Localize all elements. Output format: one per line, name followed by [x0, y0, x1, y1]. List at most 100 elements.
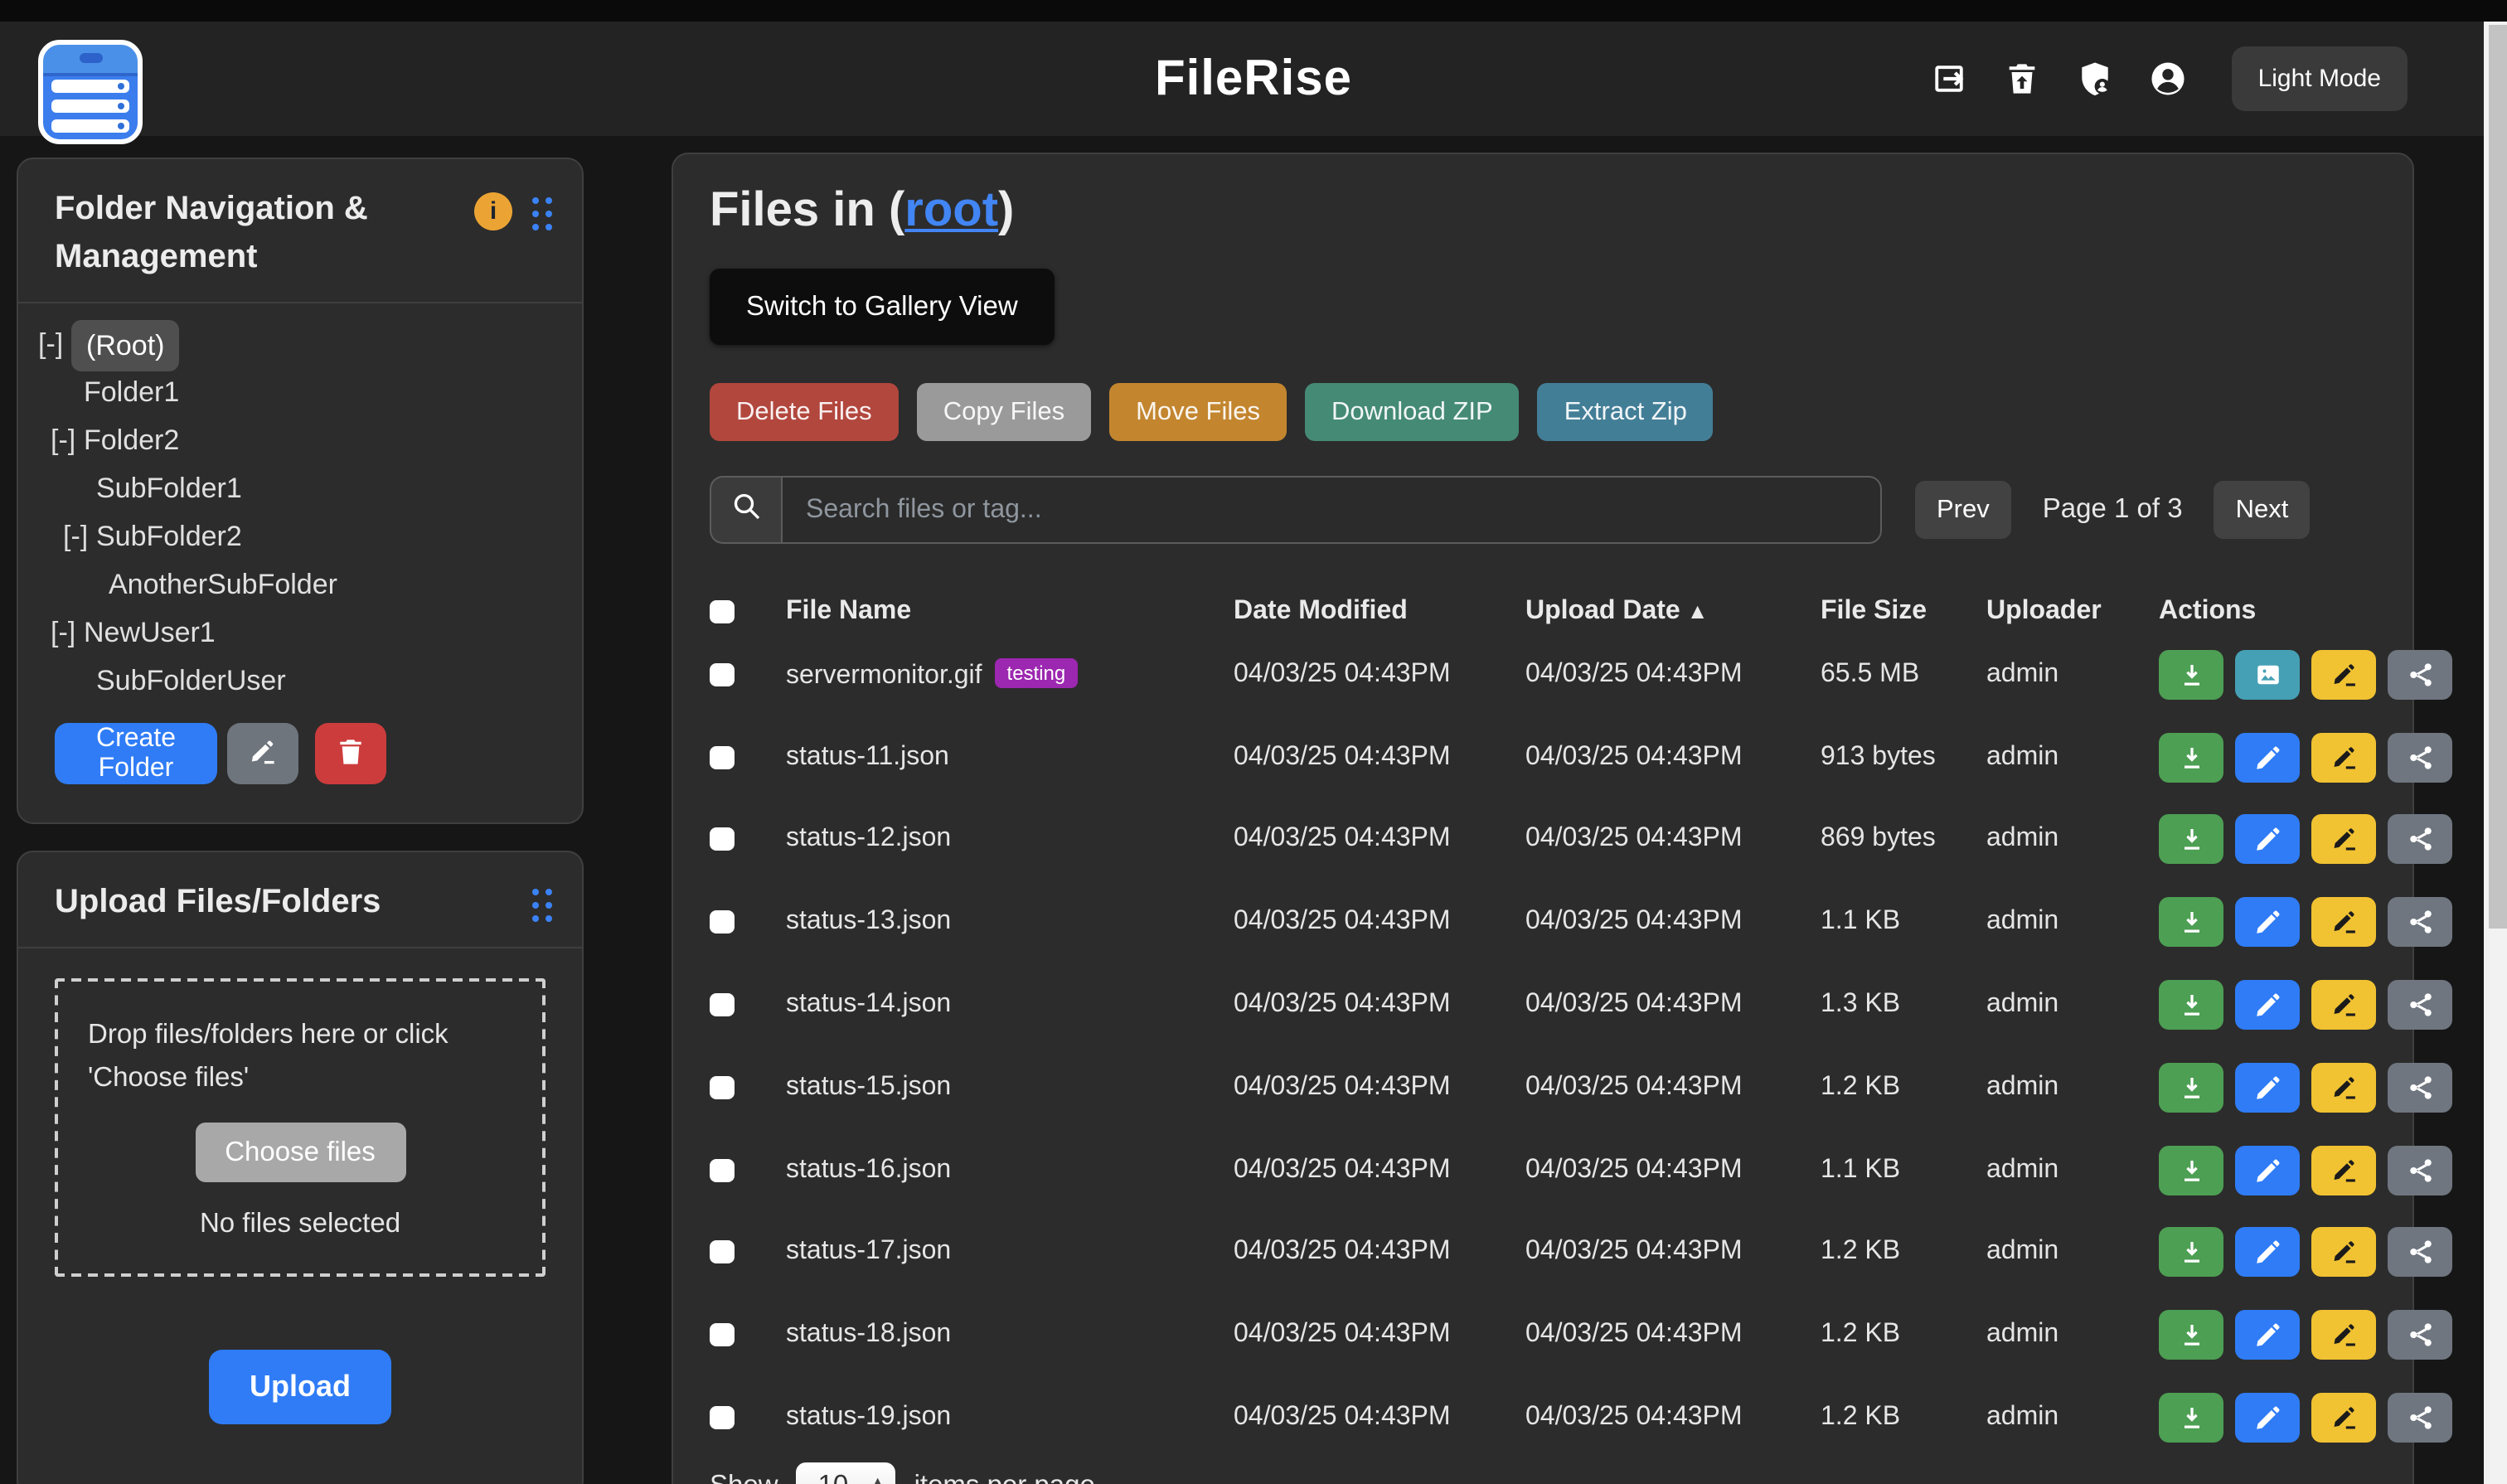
edit-button[interactable]: [2235, 1145, 2300, 1195]
tree-item-subfolderuser[interactable]: SubFolderUser: [18, 657, 582, 705]
table-row[interactable]: status-17.json04/03/25 04:43PM04/03/25 0…: [710, 1211, 2376, 1294]
choose-files-button[interactable]: Choose files: [195, 1123, 405, 1182]
edit-button[interactable]: [2235, 898, 2300, 948]
download-button[interactable]: [2159, 1063, 2223, 1113]
prev-page-button[interactable]: Prev: [1915, 481, 2011, 539]
edit-button[interactable]: [2235, 1311, 2300, 1360]
column-header-file-size[interactable]: File Size: [1821, 597, 1986, 627]
download-button[interactable]: [2159, 650, 2223, 700]
rename-button[interactable]: [2311, 1228, 2376, 1278]
download-button[interactable]: [2159, 1145, 2223, 1195]
delete-files-button[interactable]: Delete Files: [710, 383, 899, 441]
download-button[interactable]: [2159, 980, 2223, 1030]
edit-button[interactable]: [2235, 815, 2300, 865]
share-button[interactable]: [2388, 1393, 2452, 1443]
extract-zip-button[interactable]: Extract Zip: [1538, 383, 1714, 441]
tree-item-folder2[interactable]: [-] Folder2: [18, 416, 582, 464]
table-row[interactable]: status-14.json04/03/25 04:43PM04/03/25 0…: [710, 963, 2376, 1046]
move-files-button[interactable]: Move Files: [1109, 383, 1287, 441]
column-header-actions[interactable]: Actions: [2159, 597, 2376, 627]
tree-item-subfolder1[interactable]: SubFolder1: [18, 464, 582, 512]
rename-button[interactable]: [2311, 980, 2376, 1030]
file-name[interactable]: status-11.json: [786, 742, 949, 770]
share-button[interactable]: [2388, 1063, 2452, 1113]
rename-button[interactable]: [2311, 815, 2376, 865]
root-folder-link[interactable]: root: [904, 184, 998, 237]
rename-button[interactable]: [2311, 1145, 2376, 1195]
file-name[interactable]: servermonitor.gif: [786, 662, 982, 690]
download-button[interactable]: [2159, 732, 2223, 782]
share-button[interactable]: [2388, 1145, 2452, 1195]
table-row[interactable]: status-11.json04/03/25 04:43PM04/03/25 0…: [710, 716, 2376, 799]
download-button[interactable]: [2159, 898, 2223, 948]
collapse-toggle[interactable]: [-]: [38, 320, 63, 368]
search-input[interactable]: [781, 476, 1882, 544]
row-checkbox[interactable]: [710, 993, 735, 1016]
copy-files-button[interactable]: Copy Files: [917, 383, 1091, 441]
table-row[interactable]: status-16.json04/03/25 04:43PM04/03/25 0…: [710, 1129, 2376, 1212]
row-checkbox[interactable]: [710, 1076, 735, 1099]
rename-button[interactable]: [2311, 1311, 2376, 1360]
edit-button[interactable]: [2235, 980, 2300, 1030]
logout-icon[interactable]: [1930, 60, 1968, 98]
row-checkbox[interactable]: [710, 1406, 735, 1429]
row-checkbox[interactable]: [710, 911, 735, 934]
edit-button[interactable]: [2235, 1228, 2300, 1278]
row-checkbox[interactable]: [710, 663, 735, 686]
folder-label[interactable]: SubFolder2: [96, 512, 242, 560]
row-checkbox[interactable]: [710, 745, 735, 769]
rename-button[interactable]: [2311, 1393, 2376, 1443]
rename-button[interactable]: [2311, 898, 2376, 948]
collapse-toggle[interactable]: [-]: [63, 512, 88, 560]
items-per-page-select[interactable]: 10 ▲▼: [797, 1462, 896, 1484]
share-button[interactable]: [2388, 1311, 2452, 1360]
table-row[interactable]: status-13.json04/03/25 04:43PM04/03/25 0…: [710, 881, 2376, 964]
search-icon[interactable]: [710, 476, 781, 544]
next-page-button[interactable]: Next: [2214, 481, 2311, 539]
rename-folder-button[interactable]: [227, 723, 298, 784]
light-mode-button[interactable]: Light Mode: [2232, 46, 2408, 111]
folder-label[interactable]: NewUser1: [84, 609, 216, 657]
file-name[interactable]: status-19.json: [786, 1403, 951, 1431]
download-button[interactable]: [2159, 1393, 2223, 1443]
row-checkbox[interactable]: [710, 1158, 735, 1181]
collapse-toggle[interactable]: [-]: [51, 609, 75, 657]
file-name[interactable]: status-14.json: [786, 990, 951, 1018]
edit-button[interactable]: [2235, 1393, 2300, 1443]
share-button[interactable]: [2388, 650, 2452, 700]
row-checkbox[interactable]: [710, 828, 735, 851]
trash-restore-icon[interactable]: [2003, 60, 2041, 98]
admin-shield-icon[interactable]: [2076, 60, 2114, 98]
column-header-date-modified[interactable]: Date Modified: [1234, 597, 1525, 627]
download-button[interactable]: [2159, 1228, 2223, 1278]
download-button[interactable]: [2159, 1311, 2223, 1360]
table-row[interactable]: status-15.json04/03/25 04:43PM04/03/25 0…: [710, 1046, 2376, 1129]
file-dropzone[interactable]: Drop files/folders here or click 'Choose…: [55, 978, 546, 1277]
rename-button[interactable]: [2311, 732, 2376, 782]
create-folder-button[interactable]: Create Folder: [55, 723, 217, 784]
share-button[interactable]: [2388, 1228, 2452, 1278]
collapse-toggle[interactable]: [-]: [51, 416, 75, 464]
file-name[interactable]: status-12.json: [786, 825, 951, 853]
row-checkbox[interactable]: [710, 1241, 735, 1264]
download-zip-button[interactable]: Download ZIP: [1305, 383, 1520, 441]
folder-label[interactable]: Folder2: [84, 416, 179, 464]
table-row[interactable]: status-19.json04/03/25 04:43PM04/03/25 0…: [710, 1376, 2376, 1459]
preview-button[interactable]: [2235, 650, 2300, 700]
folder-label[interactable]: SubFolderUser: [96, 657, 286, 705]
delete-folder-button[interactable]: [315, 723, 386, 784]
drag-handle-icon[interactable]: [532, 196, 552, 230]
rename-button[interactable]: [2311, 1063, 2376, 1113]
folder-label[interactable]: Folder1: [84, 368, 179, 416]
file-name[interactable]: status-17.json: [786, 1238, 951, 1266]
folder-label[interactable]: SubFolder1: [96, 464, 242, 512]
row-checkbox[interactable]: [710, 1324, 735, 1347]
tree-item-root[interactable]: [-] (Root): [18, 320, 582, 368]
folder-label[interactable]: (Root): [71, 320, 179, 371]
edit-button[interactable]: [2235, 1063, 2300, 1113]
drag-handle-icon[interactable]: [532, 889, 552, 922]
share-button[interactable]: [2388, 815, 2452, 865]
select-all-checkbox[interactable]: [710, 600, 735, 623]
share-button[interactable]: [2388, 732, 2452, 782]
table-row[interactable]: servermonitor.giftesting04/03/25 04:43PM…: [710, 633, 2376, 716]
